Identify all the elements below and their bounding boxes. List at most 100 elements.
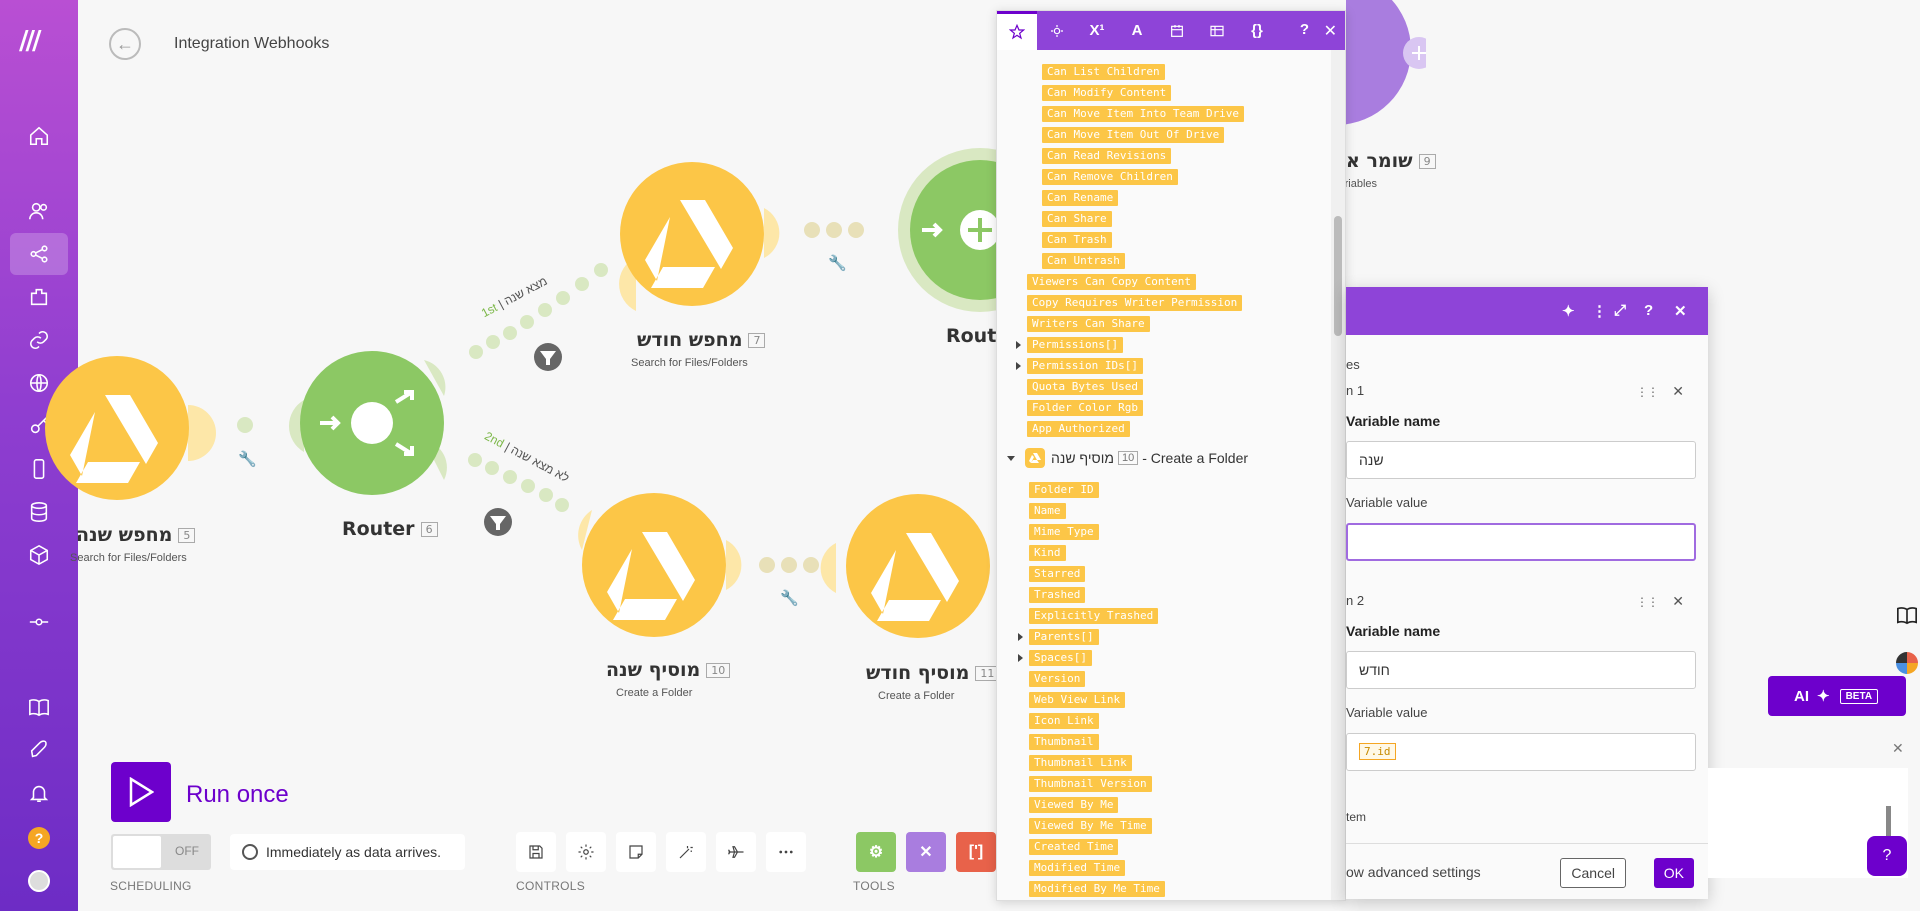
ai-assistant-button[interactable]: AI ✦ BETA (1768, 676, 1906, 716)
router-8[interactable] (898, 148, 1000, 312)
expand-caret-icon[interactable] (1016, 362, 1021, 370)
mapping-help-icon[interactable]: ? (1300, 21, 1309, 38)
avatar[interactable] (28, 870, 50, 892)
map-item[interactable]: Quota Bytes Used (1027, 379, 1143, 395)
docs-icon[interactable] (1896, 604, 1918, 626)
map-item[interactable]: Kind (1029, 545, 1066, 561)
tab-favorites[interactable] (997, 11, 1037, 50)
map-item[interactable]: Version (1029, 671, 1086, 687)
drag-handle-icon[interactable]: ⋮⋮ (1636, 595, 1659, 609)
collapse-caret-icon[interactable] (1007, 455, 1015, 461)
map-item[interactable]: Viewed By Me Time (1029, 818, 1152, 834)
help-icon[interactable]: ? (1644, 302, 1653, 319)
map-item[interactable]: Explicitly Trashed (1029, 608, 1159, 624)
map-item[interactable]: Permission IDs[] (1027, 358, 1143, 374)
variable-name-input[interactable]: שנה (1346, 441, 1696, 479)
advanced-settings-toggle[interactable]: ow advanced settings (1346, 864, 1481, 880)
router-6[interactable] (288, 351, 447, 495)
chat-support-button[interactable]: ? (1867, 836, 1907, 876)
remove-item-icon[interactable]: ✕ (1672, 383, 1684, 400)
remove-item-icon[interactable]: ✕ (1672, 593, 1684, 610)
map-item[interactable]: Can Share (1042, 211, 1112, 227)
module-11-drive[interactable] (820, 494, 990, 638)
map-item[interactable]: Trashed (1029, 587, 1086, 603)
help-icon[interactable]: ? (28, 827, 50, 849)
auto-align-button[interactable] (666, 832, 706, 872)
expand-caret-icon[interactable] (1016, 341, 1021, 349)
avatar[interactable] (1896, 652, 1918, 674)
map-item[interactable]: Thumbnail Link (1029, 755, 1132, 771)
drag-handle-icon[interactable]: ⋮⋮ (1636, 385, 1659, 399)
cancel-button[interactable]: Cancel (1560, 858, 1626, 888)
map-item[interactable]: Name (1029, 503, 1066, 519)
map-item[interactable]: Folder Color Rgb (1027, 400, 1143, 416)
map-item[interactable]: Can Move Item Into Team Drive (1042, 106, 1245, 122)
ai-sparkle-icon[interactable]: ✦ (1562, 302, 1575, 320)
tab-text[interactable]: A (1117, 11, 1157, 50)
tab-math[interactable]: X¹ (1077, 11, 1117, 50)
map-item[interactable]: Spaces[] (1029, 650, 1092, 666)
map-item[interactable]: App Authorized (1027, 421, 1130, 437)
tab-json[interactable]: {} (1237, 11, 1277, 50)
expand-caret-icon[interactable] (1018, 654, 1023, 662)
more-vertical-icon[interactable]: ⋮ (1592, 302, 1607, 320)
map-item[interactable]: Created Time (1029, 839, 1119, 855)
map-item[interactable]: Folder ID (1029, 482, 1099, 498)
module-10-drive[interactable] (578, 493, 742, 637)
schedule-setting[interactable]: Immediately as data arrives. (230, 834, 465, 870)
map-item[interactable]: Viewers Can Copy Content (1027, 274, 1196, 290)
tab-date[interactable] (1157, 11, 1197, 50)
close-icon[interactable]: ✕ (1892, 740, 1904, 757)
variable-value-input[interactable]: 7.id (1346, 733, 1696, 771)
map-item[interactable]: Can Remove Children (1042, 169, 1178, 185)
mapping-scroll-thumb[interactable] (1334, 216, 1342, 336)
map-item[interactable]: Can Modify Content (1042, 85, 1172, 101)
text-parser-tool[interactable]: ['] (956, 832, 996, 872)
run-once-button[interactable] (111, 762, 171, 822)
map-item[interactable]: Can Move Item Out Of Drive (1042, 127, 1225, 143)
close-icon[interactable]: ✕ (1674, 302, 1687, 320)
map-item[interactable]: Parents[] (1029, 629, 1099, 645)
map-item[interactable]: Writers Can Share (1027, 316, 1150, 332)
mapped-value-pill[interactable]: 7.id (1359, 743, 1396, 760)
map-item[interactable]: Can List Children (1042, 64, 1165, 80)
run-once-label[interactable]: Run once (186, 781, 289, 809)
map-item[interactable]: Permissions[] (1027, 337, 1124, 353)
flow-control-tool[interactable]: ⚙ (856, 832, 896, 872)
explain-flow-button[interactable] (716, 832, 756, 872)
mapping-scrollbar[interactable] (1331, 50, 1345, 900)
add-item-link[interactable]: tem (1346, 810, 1366, 824)
notifications-icon[interactable] (10, 772, 68, 814)
map-item[interactable]: Can Untrash (1042, 253, 1125, 269)
module-9-tools[interactable] (1346, 0, 1426, 140)
variable-value-input[interactable] (1346, 523, 1696, 561)
map-item[interactable]: Starred (1029, 566, 1086, 582)
map-item[interactable]: Icon Link (1029, 713, 1099, 729)
filter-icon[interactable] (484, 508, 512, 536)
expand-icon[interactable]: ⤢ (1614, 302, 1626, 319)
notes-button[interactable] (616, 832, 656, 872)
tools-tool[interactable]: ✕ (906, 832, 946, 872)
map-item[interactable]: Web View Link (1029, 692, 1126, 708)
tab-array[interactable] (1197, 11, 1237, 50)
save-button[interactable] (516, 832, 556, 872)
more-button[interactable] (766, 832, 806, 872)
map-item[interactable]: Modified Time (1029, 860, 1126, 876)
ok-button[interactable]: OK (1653, 858, 1694, 888)
map-item[interactable]: Can Read Revisions (1042, 148, 1172, 164)
module-group-header[interactable]: מוסיף שנה 10 - Create a Folder (1007, 448, 1248, 468)
expand-caret-icon[interactable] (1018, 633, 1023, 641)
tab-general[interactable] (1037, 11, 1077, 50)
map-item[interactable]: Modified By Me Time (1029, 881, 1165, 897)
map-item[interactable]: Thumbnail Version (1029, 776, 1152, 792)
module-5-drive[interactable] (45, 356, 216, 500)
map-item[interactable]: Copy Requires Writer Permission (1027, 295, 1243, 311)
map-item[interactable]: Can Rename (1042, 190, 1119, 206)
variable-name-input[interactable]: חודש (1346, 651, 1696, 689)
scenario-settings-button[interactable] (566, 832, 606, 872)
map-item[interactable]: Viewed By Me (1029, 797, 1119, 813)
filter-icon[interactable] (534, 343, 562, 371)
map-item[interactable]: Can Trash (1042, 232, 1112, 248)
map-item[interactable]: Mime Type (1029, 524, 1099, 540)
mapping-close-icon[interactable]: ✕ (1324, 21, 1337, 41)
